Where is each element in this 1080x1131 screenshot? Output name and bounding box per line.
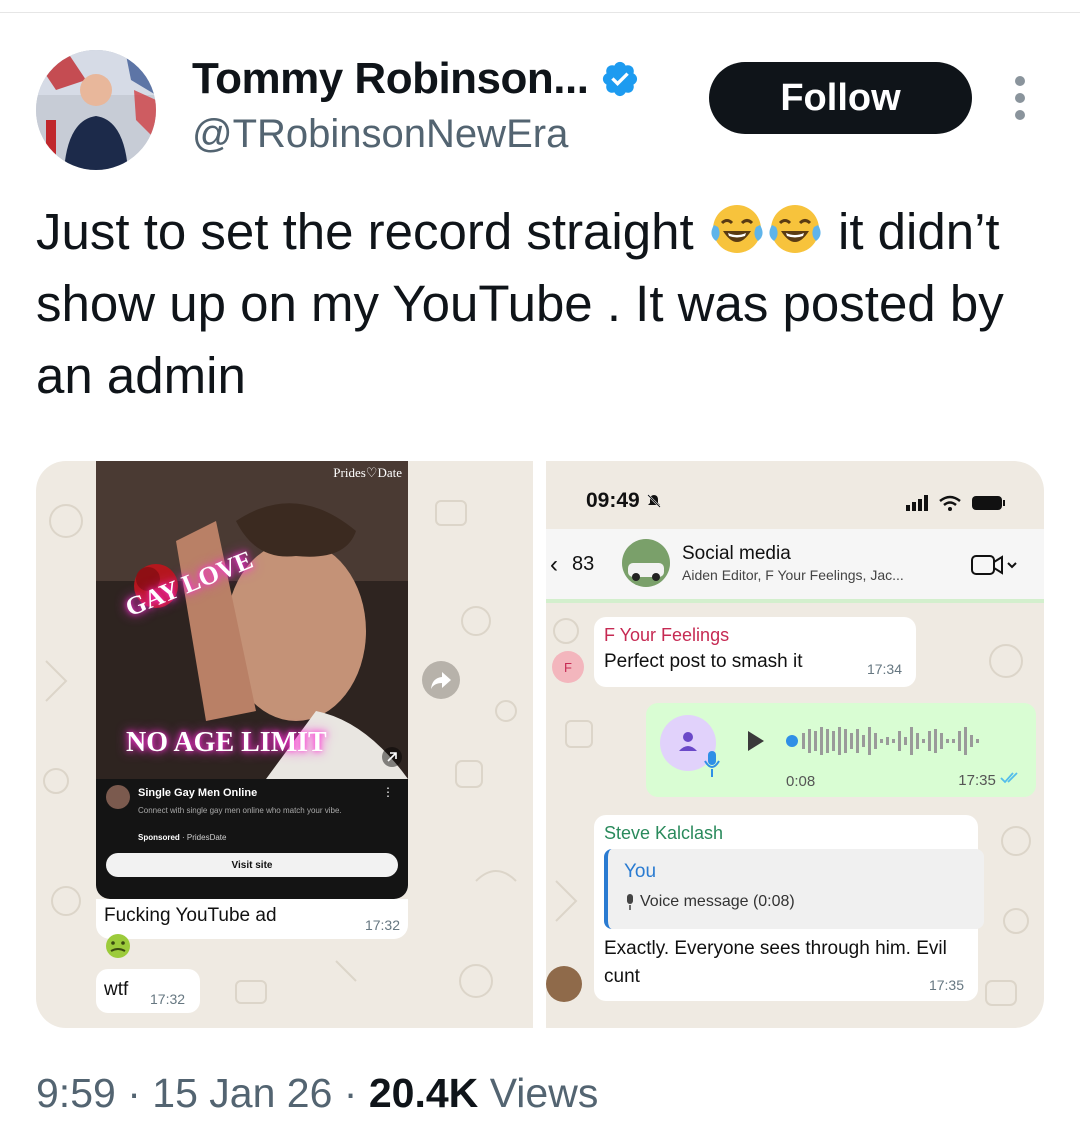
sender-avatar[interactable] — [546, 966, 582, 1002]
message-time: 17:35 — [958, 771, 1022, 789]
message-text: Exactly. Everyone sees through him. Evil… — [604, 938, 947, 987]
ad-info: Single Gay Men Online ⋮ Connect with sin… — [96, 779, 408, 899]
tweet-date[interactable]: 15 Jan 26 — [152, 1070, 332, 1116]
back-count[interactable]: 83 — [572, 553, 594, 576]
group-name[interactable]: Social media — [682, 543, 791, 565]
read-receipt-icon — [1000, 772, 1018, 784]
forward-icon[interactable] — [422, 661, 460, 699]
message-text: Perfect post to smash it — [604, 651, 803, 672]
ad-description: Connect with single gay men online who m… — [138, 806, 342, 815]
tweet-media[interactable]: Prides♡Date GAY LOVE NO AGE LIMIT Single… — [36, 461, 1044, 1028]
group-avatar[interactable] — [622, 539, 670, 587]
verified-badge-icon — [603, 61, 638, 97]
quoted-sender: You — [624, 861, 657, 882]
play-icon[interactable] — [746, 729, 766, 753]
tears-of-joy-emoji-icon — [711, 205, 763, 253]
tweet-text-part1: Just to set the record straight — [36, 203, 694, 260]
author-handle[interactable]: @TRobinsonNewEra — [192, 112, 568, 157]
signal-icon — [906, 495, 928, 511]
bell-muted-icon — [646, 494, 661, 508]
views-count: 20.4K — [368, 1070, 479, 1116]
tweet-time[interactable]: 9:59 — [36, 1070, 116, 1116]
ad-card[interactable]: Prides♡Date GAY LOVE NO AGE LIMIT Single… — [96, 461, 408, 899]
more-options-icon[interactable] — [1006, 76, 1034, 120]
message-time: 17:34 — [866, 661, 902, 677]
ad-sponsored: Sponsored — [138, 833, 180, 842]
ad-sponsored-line: Sponsored · PridesDate — [138, 833, 226, 842]
chat-header: ‹ 83 Social media Aiden Editor, F Your F… — [546, 529, 1044, 603]
message-text: Fucking YouTube ad — [104, 905, 277, 926]
sender-avatar[interactable]: F — [552, 651, 584, 683]
voice-duration: 0:08 — [786, 773, 816, 790]
voice-message-bubble[interactable]: 0:08 17:35 — [646, 703, 1036, 797]
status-icons — [906, 493, 1016, 518]
message-bubble: Fucking YouTube ad 17:32 — [96, 899, 408, 939]
message-time: 17:32 — [364, 917, 400, 933]
message-bubble: Steve Kalclash You Voice message (0:08) … — [594, 815, 984, 1001]
message-sender[interactable]: Steve Kalclash — [604, 823, 723, 844]
status-time: 09:49 — [586, 489, 662, 513]
group-members: Aiden Editor, F Your Feelings, Jac... — [682, 567, 904, 583]
waveform[interactable] — [786, 721, 1016, 761]
media-image-left[interactable]: Prides♡Date GAY LOVE NO AGE LIMIT Single… — [36, 461, 533, 1028]
tweet-text: Just to set the record straight it didn’… — [36, 196, 1036, 412]
status-time-text: 09:49 — [586, 489, 640, 512]
video-call-icon[interactable] — [970, 553, 1020, 577]
ad-avatar — [106, 785, 130, 809]
ad-menu-icon[interactable]: ⋮ — [382, 785, 394, 799]
mic-icon — [627, 894, 633, 910]
author-avatar[interactable] — [36, 50, 156, 170]
message-time-text: 17:35 — [958, 772, 996, 789]
message-time: 17:35 — [928, 977, 964, 993]
wifi-icon — [939, 495, 961, 511]
meta-separator: · — [343, 1070, 358, 1116]
ad-overlay-bottom: NO AGE LIMIT — [126, 727, 327, 758]
follow-button[interactable]: Follow — [709, 62, 972, 134]
top-divider — [0, 12, 1080, 13]
battery-icon — [972, 496, 1005, 510]
meta-separator: · — [127, 1070, 141, 1116]
author-display-name[interactable]: Tommy Robinson... — [192, 54, 589, 104]
ad-sponsor-name: · PridesDate — [182, 833, 227, 842]
tweet-meta: 9:59 · 15 Jan 26 · 20.4K Views — [36, 1070, 598, 1117]
mic-icon — [704, 751, 720, 777]
message-bubble: wtf 17:32 — [96, 969, 200, 1013]
ad-image[interactable]: Prides♡Date GAY LOVE NO AGE LIMIT — [96, 461, 408, 779]
visit-site-button[interactable]: Visit site — [106, 853, 398, 877]
back-chevron-icon[interactable]: ‹ — [550, 551, 558, 579]
ad-brand-tag: Prides♡Date — [333, 465, 402, 480]
tears-of-joy-emoji-icon — [769, 205, 821, 253]
message-sender[interactable]: F Your Feelings — [604, 625, 729, 646]
message-text: wtf — [104, 979, 129, 1000]
nauseated-face-emoji-icon — [106, 934, 130, 958]
message-bubble: F Your Feelings Perfect post to smash it… — [594, 617, 916, 687]
expand-arrow-icon[interactable] — [382, 747, 402, 767]
quoted-text: Voice message (0:08) — [640, 893, 795, 910]
media-image-right[interactable]: 09:49 ‹ 83 Social media Aiden Editor, F … — [546, 461, 1044, 1028]
message-time: 17:32 — [150, 991, 186, 1007]
quoted-message[interactable]: You Voice message (0:08) — [604, 849, 984, 929]
ad-title: Single Gay Men Online — [138, 787, 258, 799]
views-label: Views — [489, 1070, 599, 1116]
